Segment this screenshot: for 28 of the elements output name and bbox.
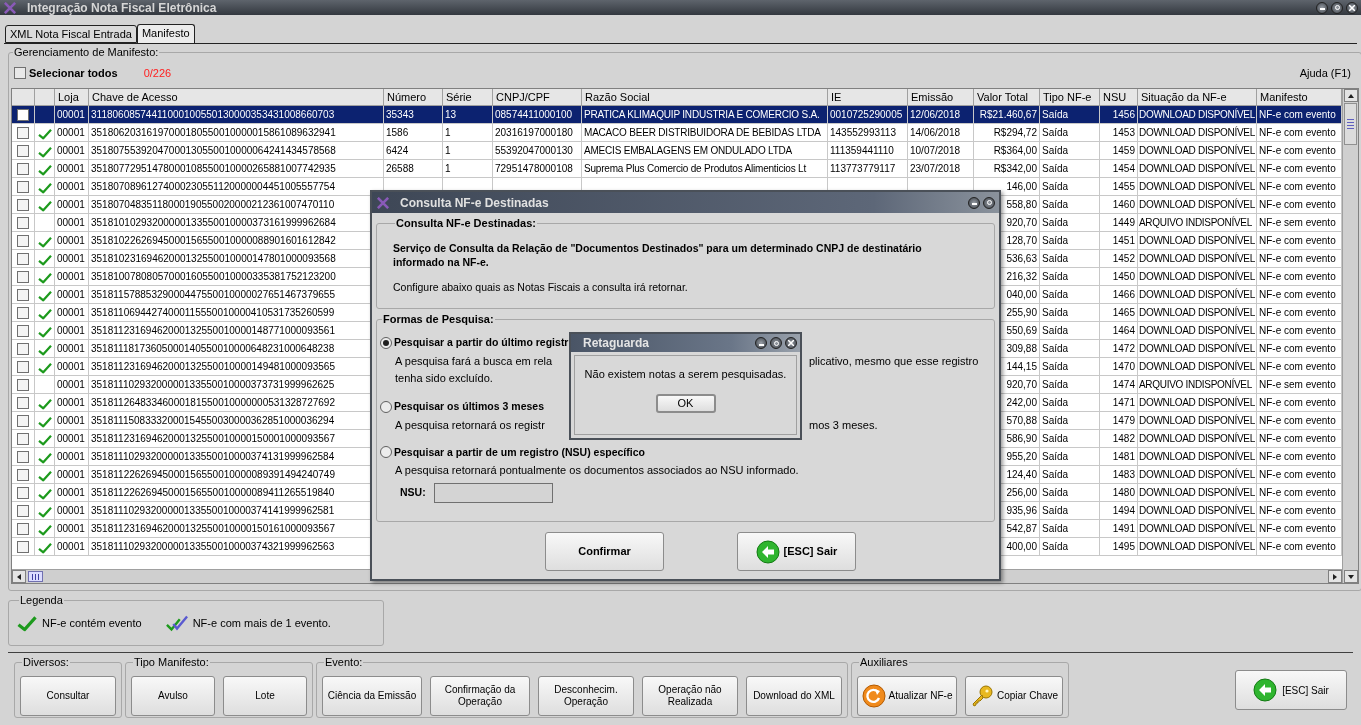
- group-title: Evento:: [324, 656, 364, 668]
- group-title: Formas de Pesquisa:: [382, 313, 495, 325]
- selection-count: 0/226: [143, 65, 172, 81]
- message-text: Não existem notas a serem pesquisadas.: [584, 367, 787, 382]
- group-title: Consulta NF-e Destinadas:: [395, 217, 537, 229]
- option-description: A pesquisa fará a busca em rela: [395, 354, 553, 367]
- group-title: Diversos:: [22, 656, 70, 668]
- table-cell: DOWNLOAD DISPONÍVEL: [1138, 538, 1257, 556]
- option-description: A pesquisa retornará os registr: [395, 418, 545, 431]
- option-description: mos 3 meses.: [809, 418, 878, 432]
- group-title: Auxiliares: [859, 656, 909, 668]
- field-label: NSU:: [400, 485, 426, 501]
- description-text: Serviço de Consulta da Relação de "Documentos Destinados" para um determinado CNPJ de destinatário informado na NF-e.: [393, 241, 923, 269]
- note-text: Configure abaixo quais as Notas Fiscais a consulta irá retornar.: [393, 280, 689, 295]
- group-title: Gerenciamento de Manifesto:: [13, 46, 160, 58]
- option-description: A pesquisa retornará pontualmente os documentos associados ao NSU informado.: [395, 464, 799, 477]
- window-title: Integração Nota Fiscal Eletrônica: [27, 0, 217, 15]
- group-title: Legenda: [19, 594, 64, 606]
- table-cell: Saída: [1040, 538, 1100, 556]
- table-cell: 00001: [55, 538, 89, 556]
- dialog-title: Consulta NF-e Destinadas: [400, 194, 549, 212]
- legend-label: NF-e com mais de 1 evento.: [192, 615, 331, 631]
- table-cell: 1495: [1100, 538, 1138, 556]
- group-title: Tipo Manifesto:: [133, 656, 210, 668]
- legend-label: NF-e contém evento: [42, 615, 142, 631]
- option-description: tenha sido excluído.: [395, 371, 493, 384]
- message-title: Retaguarda: [583, 335, 650, 352]
- checkbox-label: Selecionar todos: [29, 65, 118, 81]
